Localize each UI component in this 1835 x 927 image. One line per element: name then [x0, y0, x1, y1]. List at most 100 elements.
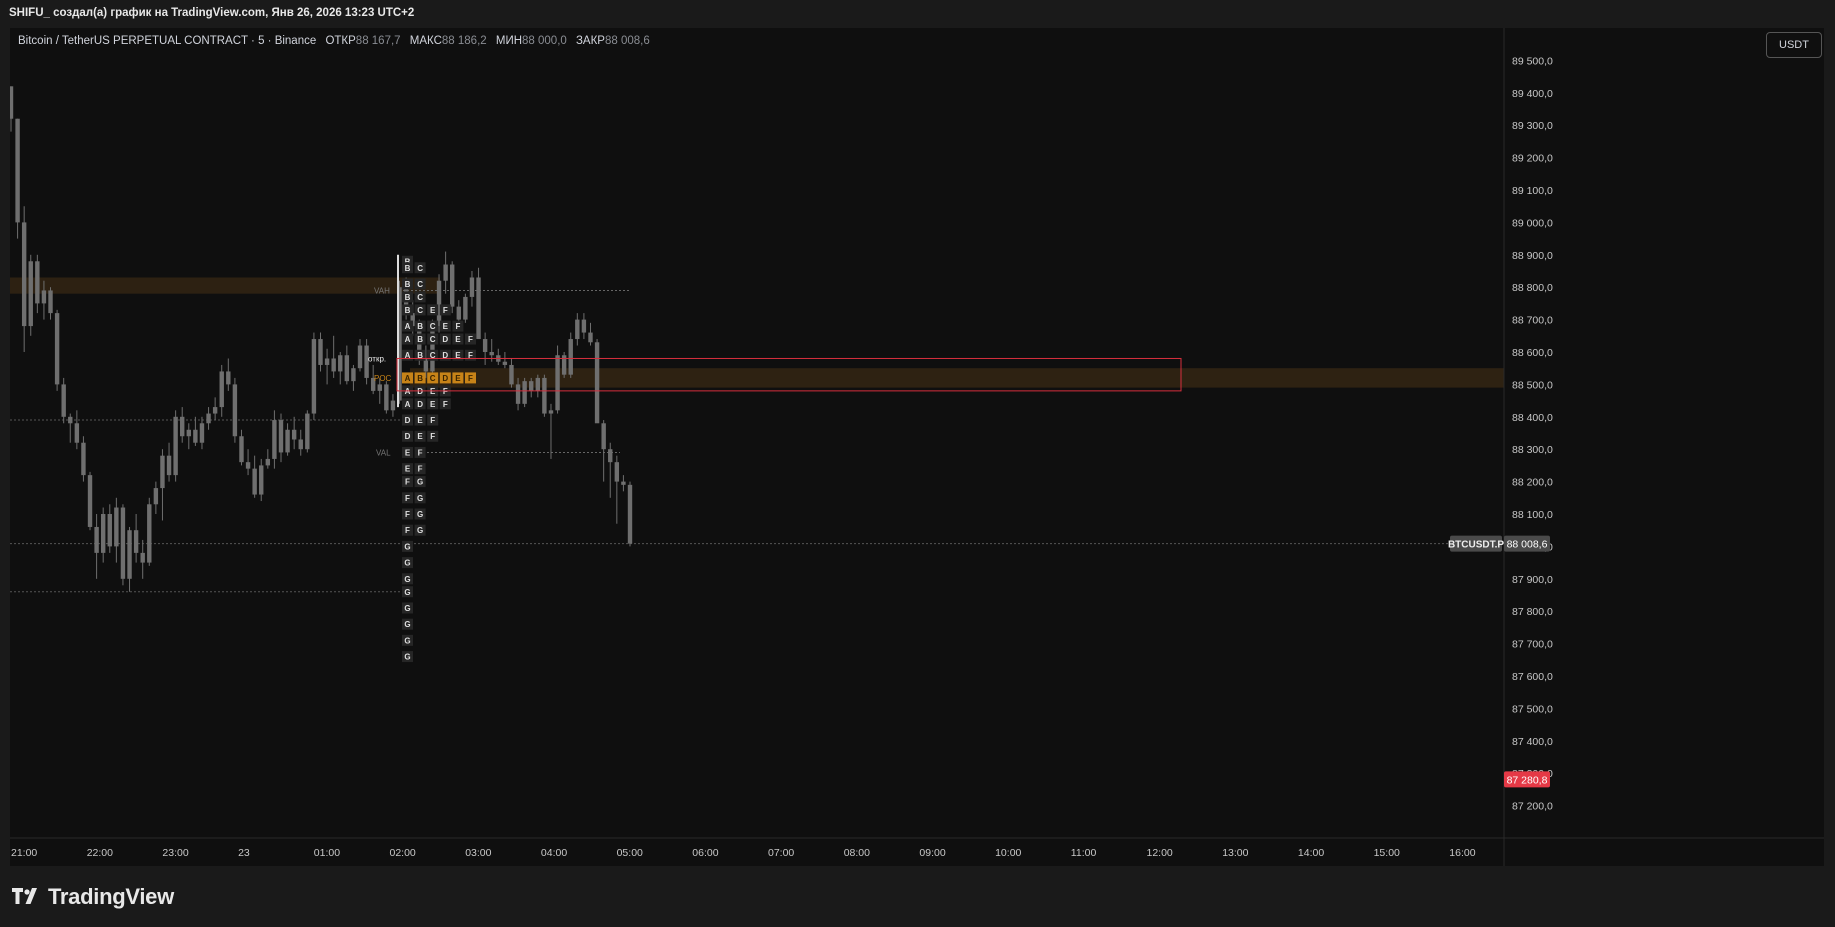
symbol-legend: Bitcoin / TetherUS PERPETUAL CONTRACT · … [18, 35, 650, 47]
candle [212, 407, 218, 414]
candle [482, 339, 488, 352]
candle [41, 290, 47, 304]
x-tick-label: 12:00 [1147, 847, 1173, 859]
tpo-letter: B [405, 306, 411, 315]
candle [127, 530, 132, 579]
candle [10, 86, 14, 119]
symbol-name[interactable]: Bitcoin / TetherUS PERPETUAL CONTRACT · … [18, 35, 316, 47]
y-tick-label: 87 600,0 [1512, 671, 1553, 683]
y-tick-label: 89 100,0 [1512, 185, 1553, 197]
y-tick-label: 87 700,0 [1512, 639, 1553, 651]
tpo-letter: C [417, 293, 423, 302]
val-label: VAL [376, 448, 391, 457]
y-tick-label: 89 400,0 [1512, 88, 1553, 100]
candle [120, 507, 126, 579]
candle [542, 377, 547, 414]
candle [489, 352, 494, 356]
tpo-letter: B [405, 264, 411, 273]
tpo-letter: C [430, 374, 436, 383]
x-tick-label: 16:00 [1449, 847, 1475, 859]
x-tick-label: 21:00 [11, 847, 37, 859]
x-tick-label: 22:00 [87, 847, 113, 859]
tpo-letter: A [405, 374, 411, 383]
candle [245, 462, 251, 469]
tpo-letter: F [418, 465, 423, 474]
tpo-letter: F [405, 510, 410, 519]
candle [614, 462, 620, 482]
tpo-letter: D [405, 416, 411, 425]
y-tick-label: 87 500,0 [1512, 703, 1553, 715]
candle [318, 339, 323, 365]
x-tick-label: 10:00 [995, 847, 1021, 859]
candle [502, 361, 508, 365]
candle [107, 514, 112, 547]
candle [239, 436, 244, 463]
tpo-letter: B [405, 280, 411, 289]
candle [140, 552, 145, 563]
tpo-letter: B [417, 335, 423, 344]
candle [436, 280, 442, 327]
candle [456, 306, 461, 320]
ticker-tag-label: BTCUSDT.P [1448, 540, 1504, 551]
candle [114, 507, 119, 547]
y-tick-label: 88 300,0 [1512, 444, 1553, 456]
x-tick-label: 15:00 [1374, 847, 1400, 859]
candle [357, 345, 363, 369]
candle [206, 413, 211, 424]
tpo-letter: F [443, 400, 448, 409]
price-chart[interactable]: BB CB CB CB C E FA B C E FA B C D E FA B C D E FA B C D E FA D E FA D… [10, 28, 1824, 866]
currency-button[interactable]: USDT [1766, 32, 1822, 58]
candle [94, 526, 99, 553]
close-label: ЗАКР [575, 35, 605, 47]
candle [509, 364, 514, 385]
y-tick-label: 89 300,0 [1512, 120, 1553, 132]
tpo-letter: D [405, 432, 411, 441]
x-tick-label: 01:00 [314, 847, 340, 859]
footer-logo[interactable]: TradingView [12, 884, 174, 910]
candle [324, 358, 330, 365]
candle [87, 475, 93, 527]
candle [74, 423, 80, 443]
tpo-letter: E [417, 416, 423, 425]
tpo-letter: G [417, 494, 423, 503]
candle [48, 290, 53, 314]
tpo-letter: C [417, 306, 423, 315]
tpo-letter: F [405, 494, 410, 503]
tpo-letter: F [405, 478, 410, 487]
candle [344, 355, 350, 382]
candle [226, 371, 231, 385]
candle [199, 423, 205, 443]
candle [61, 384, 66, 417]
candle [232, 384, 238, 437]
open-label: откр. [368, 354, 386, 363]
candle [173, 416, 178, 476]
candle [153, 488, 159, 505]
x-tick-label: 04:00 [541, 847, 567, 859]
tpo-letter: G [404, 575, 410, 584]
candle [193, 429, 198, 443]
candle [133, 530, 139, 553]
candle [469, 277, 475, 297]
y-tick-label: 89 500,0 [1512, 55, 1553, 67]
tpo-letter: B [417, 322, 423, 331]
candle [476, 277, 481, 340]
close-value: 88 008,6 [604, 35, 650, 47]
tpo-letter: F [468, 374, 473, 383]
tpo-letter: F [430, 416, 435, 425]
tpo-letter: D [442, 374, 448, 383]
candle [529, 381, 534, 391]
tradingview-logo-icon [12, 888, 37, 904]
y-tick-label: 89 000,0 [1512, 217, 1553, 229]
low-value: 88 000,0 [522, 35, 567, 47]
candle [100, 514, 106, 553]
tpo-letter: B [405, 293, 411, 302]
tpo-letter: G [404, 653, 410, 662]
tpo-letter: A [405, 400, 411, 409]
y-tick-label: 87 800,0 [1512, 606, 1553, 618]
open-label: ОТКР [325, 35, 356, 47]
candle [450, 264, 455, 307]
y-tick-label: 88 600,0 [1512, 347, 1553, 359]
x-tick-label: 05:00 [617, 847, 643, 859]
header-title: SHIFU_ создал(а) график на TradingView.c… [9, 7, 415, 19]
tpo-letter: D [442, 335, 448, 344]
